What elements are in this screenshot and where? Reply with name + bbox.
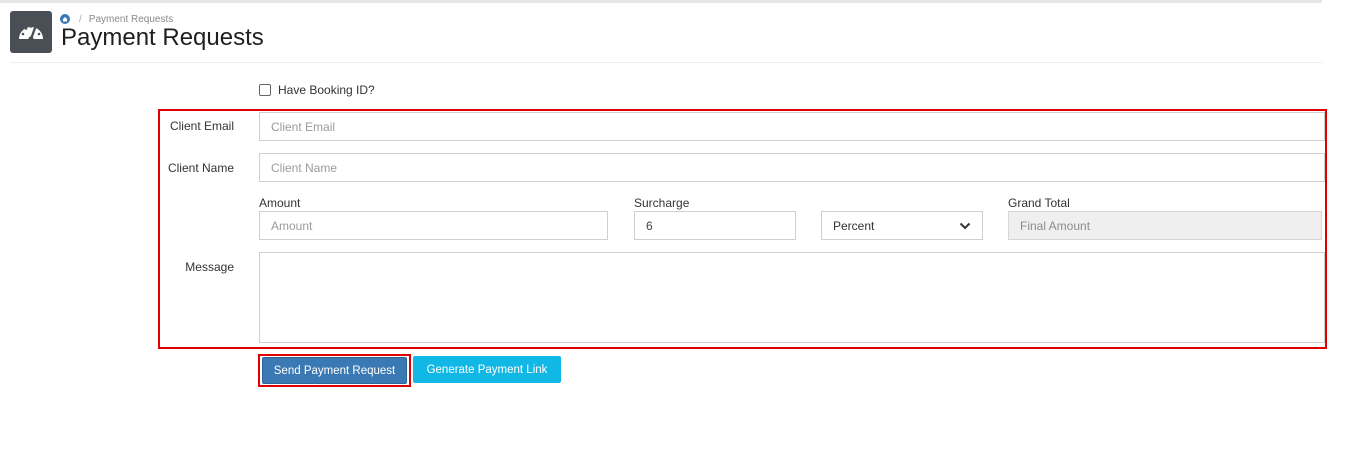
client-email-input[interactable]: Client Email [259,112,1325,141]
surcharge-input[interactable]: 6 [634,211,796,240]
surcharge-type-value: Percent [833,218,875,233]
have-booking-checkbox[interactable] [259,84,271,96]
message-textarea[interactable] [259,252,1325,343]
amount-input[interactable]: Amount [259,211,608,240]
have-booking-row: Have Booking ID? [259,83,375,97]
send-payment-request-button[interactable]: Send Payment Request [262,357,407,384]
chevron-down-icon [959,222,971,230]
message-label: Message [185,260,234,274]
surcharge-type-select[interactable]: Percent [821,211,983,240]
grand-total-input: Final Amount [1008,211,1322,240]
breadcrumb-separator: / [79,13,82,25]
amount-label: Amount [259,196,301,210]
app-logo [10,11,52,53]
have-booking-label: Have Booking ID? [278,83,375,97]
surcharge-label: Surcharge [634,196,690,210]
generate-payment-link-button[interactable]: Generate Payment Link [413,356,561,383]
client-email-label: Client Email [169,119,234,133]
top-divider [0,0,1322,3]
breadcrumb-current: Payment Requests [88,13,174,25]
dashboard-gauge-icon [19,25,43,42]
client-name-input[interactable]: Client Name [259,153,1325,182]
page-title: Payment Requests [61,24,264,51]
home-icon[interactable] [60,14,70,24]
client-name-label: Client Name [167,161,234,175]
grand-total-label: Grand Total [1008,196,1070,210]
header-divider [10,62,1322,63]
